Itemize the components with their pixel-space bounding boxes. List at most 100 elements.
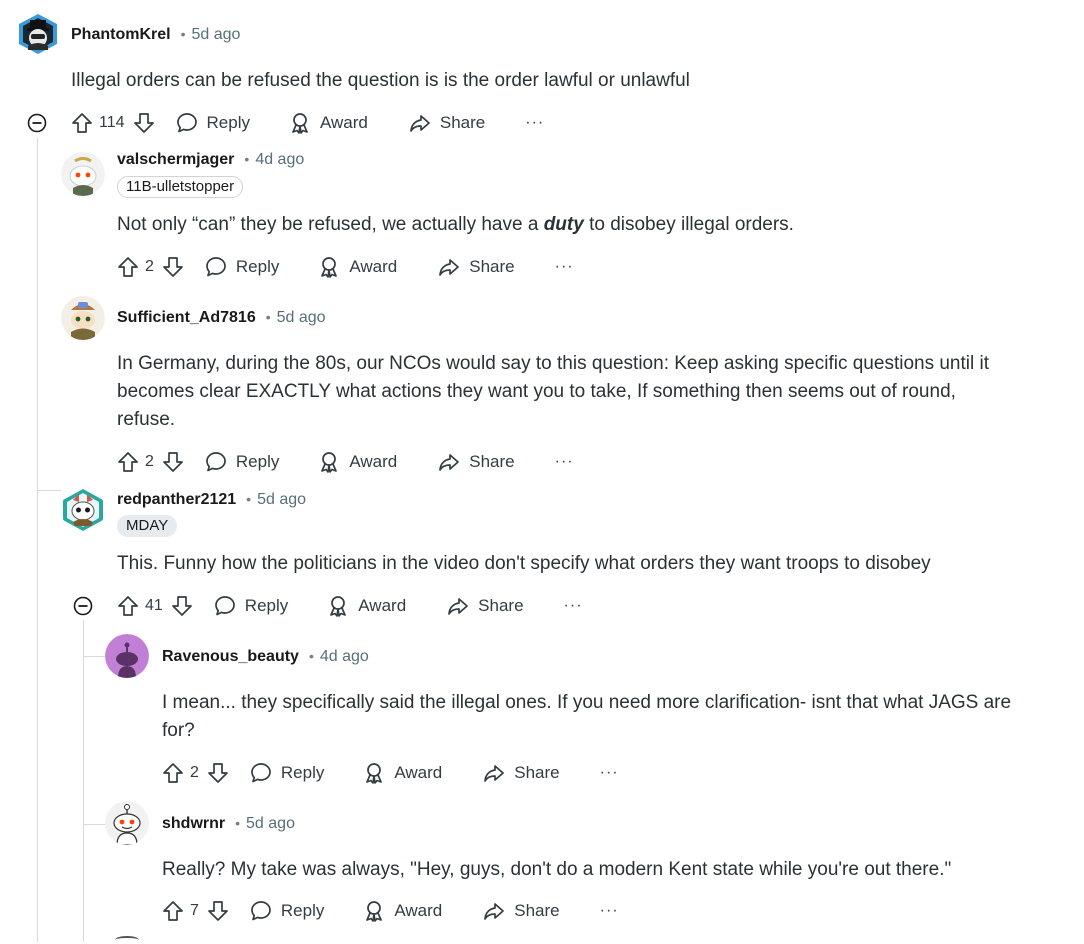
reply-button[interactable]: Reply <box>204 450 279 474</box>
separator-dot: • <box>244 151 250 167</box>
downvote-arrow-icon[interactable] <box>133 112 155 134</box>
comment-body: Not only “can” they be refused, we actua… <box>117 211 794 239</box>
share-button[interactable]: Share <box>437 450 515 474</box>
award-button[interactable]: Award <box>317 255 397 279</box>
award-ribbon-icon <box>330 596 347 617</box>
comment-body: In Germany, during the 80s, our NCOs wou… <box>117 350 989 434</box>
upvote-arrow-icon[interactable] <box>117 595 139 617</box>
downvote-arrow-icon[interactable] <box>207 900 229 922</box>
comment-text-line: for? <box>162 720 195 741</box>
more-options-button[interactable]: ··· <box>600 764 619 782</box>
upvote-arrow-icon[interactable] <box>71 112 93 134</box>
timestamp[interactable]: 5d ago <box>191 26 240 44</box>
separator-dot: • <box>180 26 186 42</box>
comment-text-line: becomes clear EXACTLY what actions they … <box>117 381 956 402</box>
reply-button[interactable]: Reply <box>249 761 324 785</box>
avatar-image-icon <box>61 296 105 340</box>
comment-actions: 114 Reply Award Share ··· <box>71 108 544 138</box>
separator-dot: • <box>308 648 314 664</box>
share-arrow-icon <box>410 115 430 132</box>
avatar-image-icon <box>61 152 105 196</box>
downvote-arrow-icon[interactable] <box>162 451 184 473</box>
reply-button[interactable]: Reply <box>249 899 324 923</box>
timestamp[interactable]: 4d ago <box>320 648 369 666</box>
comment-body: Really? My take was always, "Hey, guys, … <box>162 856 951 884</box>
upvote-arrow-icon[interactable] <box>162 762 184 784</box>
upvote-arrow-icon[interactable] <box>117 256 139 278</box>
reply-button[interactable]: Reply <box>204 255 279 279</box>
share-button[interactable]: Share <box>408 111 485 135</box>
more-options-button[interactable]: ··· <box>555 453 574 471</box>
user-flair: MDAY <box>117 515 178 537</box>
comment-text: to disobey illegal orders. <box>583 214 794 235</box>
upvote-arrow-icon[interactable] <box>162 900 184 922</box>
avatar-image-icon <box>105 634 149 678</box>
speech-bubble-icon <box>206 452 226 472</box>
award-label: Award <box>358 596 407 615</box>
collapse-minus-icon[interactable] <box>27 113 47 133</box>
comment-header: Sufficient_Ad7816 • 5d ago <box>117 309 326 327</box>
avatar[interactable] <box>61 296 105 340</box>
avatar[interactable] <box>61 152 105 196</box>
vote-count: 114 <box>99 114 125 131</box>
share-label: Share <box>469 257 515 276</box>
share-arrow-icon <box>484 903 505 920</box>
award-button[interactable]: Award <box>288 111 368 135</box>
reply-label: Reply <box>280 901 325 920</box>
vote-control: 2 <box>117 256 184 278</box>
award-button[interactable]: Award <box>326 594 406 618</box>
award-button[interactable]: Award <box>317 450 397 474</box>
comment-actions: 2 Reply Award Share ··· <box>162 758 619 788</box>
award-ribbon-icon <box>366 763 383 784</box>
more-options-button[interactable]: ··· <box>600 902 619 920</box>
username[interactable]: valschermjager <box>117 151 234 169</box>
thread-branch <box>37 490 61 491</box>
comment-text-emphasis: duty <box>543 214 584 235</box>
speech-bubble-icon <box>214 596 235 616</box>
award-button[interactable]: Award <box>362 761 442 785</box>
share-button[interactable]: Share <box>446 594 524 618</box>
avatar[interactable] <box>105 801 149 845</box>
award-ribbon-icon <box>366 901 383 922</box>
username[interactable]: PhantomKrel <box>71 26 171 44</box>
share-button[interactable]: Share <box>437 255 515 279</box>
timestamp[interactable]: 5d ago <box>277 309 326 327</box>
comment-text-line: refuse. <box>117 409 176 430</box>
reply-button[interactable]: Reply <box>175 111 250 135</box>
avatar[interactable] <box>105 634 149 678</box>
separator-dot: • <box>235 815 241 831</box>
more-options-button[interactable]: ··· <box>564 597 583 615</box>
more-options-button[interactable]: ··· <box>525 114 544 132</box>
reply-button[interactable]: Reply <box>213 594 288 618</box>
avatar[interactable] <box>61 488 105 532</box>
comment-header: valschermjager • 4d ago <box>117 151 304 169</box>
timestamp[interactable]: 5d ago <box>246 815 295 833</box>
vote-count: 7 <box>190 902 199 919</box>
vote-count: 2 <box>190 764 199 781</box>
username[interactable]: Ravenous_beauty <box>162 648 299 666</box>
downvote-arrow-icon[interactable] <box>207 762 229 784</box>
share-arrow-icon <box>439 259 460 276</box>
timestamp[interactable]: 4d ago <box>255 151 304 169</box>
avatar[interactable] <box>16 12 60 56</box>
username[interactable]: redpanther2121 <box>117 491 236 509</box>
share-label: Share <box>478 596 524 615</box>
comment-text-line: Illegal orders can be refused the questi… <box>71 70 690 91</box>
share-button[interactable]: Share <box>482 899 560 923</box>
reply-label: Reply <box>235 257 280 276</box>
reply-label: Reply <box>235 452 280 471</box>
downvote-arrow-icon[interactable] <box>162 256 184 278</box>
upvote-arrow-icon[interactable] <box>117 451 139 473</box>
share-button[interactable]: Share <box>482 761 560 785</box>
more-options-button[interactable]: ··· <box>555 258 574 276</box>
award-label: Award <box>394 901 443 920</box>
username[interactable]: shdwrnr <box>162 815 225 833</box>
award-button[interactable]: Award <box>362 899 442 923</box>
vote-control: 7 <box>162 900 229 922</box>
comment-header: Ravenous_beauty • 4d ago <box>162 648 369 666</box>
comment-actions: 2 Reply Award Share ··· <box>117 447 574 477</box>
collapse-minus-icon[interactable] <box>73 596 93 616</box>
downvote-arrow-icon[interactable] <box>171 595 193 617</box>
timestamp[interactable]: 5d ago <box>257 491 306 509</box>
username[interactable]: Sufficient_Ad7816 <box>117 309 256 327</box>
